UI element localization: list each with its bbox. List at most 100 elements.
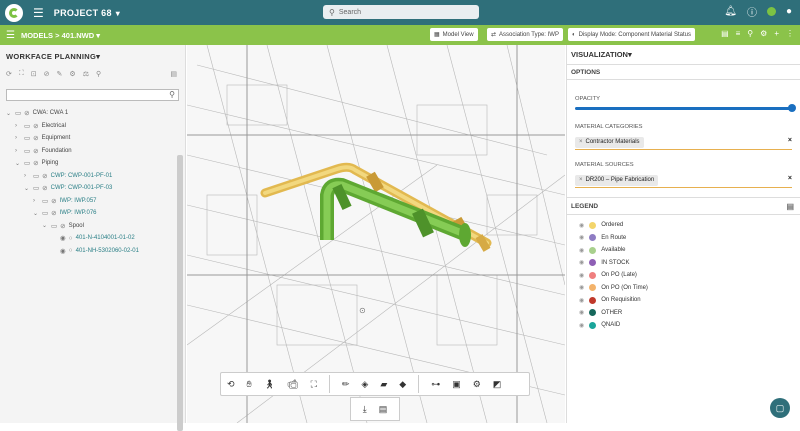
tree-search-input[interactable]: ⚲ xyxy=(6,89,179,101)
eye-icon[interactable]: ◉ xyxy=(579,234,584,241)
folder-icon[interactable]: ▰ xyxy=(380,379,387,390)
chevron-down-icon[interactable]: ⌄ xyxy=(6,110,12,117)
camera-icon[interactable]: 📹︎ xyxy=(287,379,298,390)
download-icon[interactable]: ⤓ xyxy=(363,404,367,415)
legend-item[interactable]: ◉ OTHER xyxy=(579,307,800,320)
eye-icon[interactable]: ◉ xyxy=(579,259,584,266)
breadcrumb-models[interactable]: MODELS xyxy=(21,31,53,40)
tree-node[interactable]: ⌄ ▭ ⊘ Spool xyxy=(6,220,185,233)
explode-icon[interactable]: ◆ xyxy=(399,379,406,390)
more-vertical-icon[interactable]: ⋮ xyxy=(786,29,794,38)
legend-item[interactable]: ◉ On Requisition xyxy=(579,294,800,307)
visibility-icon[interactable]: ◉ xyxy=(60,234,66,242)
add-icon[interactable]: + xyxy=(774,29,779,38)
fullscreen-icon[interactable]: ◩ xyxy=(493,379,502,390)
eye-icon[interactable]: ◉ xyxy=(579,297,584,304)
eye-slash-icon[interactable]: ⊘ xyxy=(33,134,38,142)
legend-item[interactable]: ◉ IN STOCK xyxy=(579,257,800,270)
model-view-button[interactable]: ▦ Model View xyxy=(430,28,478,41)
visibility-icon[interactable]: ⊘ xyxy=(44,70,50,78)
clear-icon[interactable]: × xyxy=(788,137,792,144)
selected-chip[interactable]: × Contractor Materials xyxy=(575,136,644,148)
visualization-title[interactable]: VISUALIZATION ▾ xyxy=(567,45,800,65)
tree-node[interactable]: ⌄ ▭ ⊘ CWA: CWA 1 xyxy=(6,107,185,120)
edit-icon[interactable]: ✎ xyxy=(57,70,63,78)
user-avatar-icon[interactable]: ● xyxy=(786,6,792,17)
eye-slash-icon[interactable]: ⊘ xyxy=(42,172,47,180)
eye-slash-icon[interactable]: ⊘ xyxy=(60,222,65,230)
model-3d-viewport[interactable]: ⊙ xyxy=(187,45,565,423)
visibility-icon[interactable]: ▭ xyxy=(24,159,30,167)
chevron-right-icon[interactable]: › xyxy=(15,148,21,154)
tree-node[interactable]: › ▭ ⊘ IWP: IWP.057 xyxy=(6,195,185,208)
section-box-icon[interactable]: ◈ xyxy=(361,379,368,390)
tree-node[interactable]: ◉ ○ 401-NH-5302060-02-01 xyxy=(6,245,185,258)
refresh-icon[interactable]: ⟳ xyxy=(6,70,12,78)
tree-node[interactable]: ⌄ ▭ ⊘ CWP: CWP-001-PF-03 xyxy=(6,182,185,195)
eye-icon[interactable]: ◉ xyxy=(579,284,584,291)
legend-item[interactable]: ◉ QNAID xyxy=(579,319,800,332)
settings-icon[interactable]: ⚙ xyxy=(760,29,767,38)
filter-icon[interactable]: ⚖ xyxy=(83,70,89,78)
menu-icon[interactable]: ☰ xyxy=(6,30,15,41)
chevron-right-icon[interactable]: › xyxy=(15,135,21,141)
visibility-icon[interactable]: ▭ xyxy=(24,122,30,130)
calendar-icon[interactable]: ▤ xyxy=(170,70,177,78)
legend-item[interactable]: ◉ On PO (Late) xyxy=(579,269,800,282)
remove-chip-icon[interactable]: × xyxy=(579,139,583,145)
tree-node[interactable]: ◉ ○ 401-N-4104001-01-02 xyxy=(6,232,185,245)
tree-scrollbar[interactable] xyxy=(177,155,183,431)
app-logo[interactable] xyxy=(5,3,23,22)
visibility-icon[interactable]: ▭ xyxy=(15,109,21,117)
pan-hand-icon[interactable]: ✋︎ xyxy=(247,379,252,390)
eye-slash-icon[interactable]: ⊘ xyxy=(51,197,56,205)
panel-title[interactable]: WORKFACE PLANNING ▾ xyxy=(0,45,185,67)
global-search-input[interactable]: ⚲ Search xyxy=(323,5,479,19)
calendar-icon[interactable]: ▤ xyxy=(786,202,794,211)
material-sources-select[interactable]: × DR200 – Pipe Fabrication × xyxy=(575,173,792,188)
legend-item[interactable]: ◉ Available xyxy=(579,244,800,257)
breadcrumb-file[interactable]: 401.NWD xyxy=(62,31,95,40)
tree-node[interactable]: ⌄ ▭ ⊘ IWP: IWP.076 xyxy=(6,207,185,220)
eye-icon[interactable]: ◉ xyxy=(579,309,584,316)
expand-icon[interactable]: ⛶ xyxy=(19,70,24,78)
list-icon[interactable]: ≡ xyxy=(736,29,741,38)
legend-item[interactable]: ◉ On PO (On Time) xyxy=(579,282,800,295)
bell-icon[interactable]: 🔔︎ xyxy=(724,6,737,17)
material-categories-select[interactable]: × Contractor Materials × xyxy=(575,135,792,150)
walk-person-icon[interactable]: 🚶︎ xyxy=(264,379,275,390)
chevron-down-icon[interactable]: ▾ xyxy=(96,31,100,40)
search-icon[interactable]: ⚲ xyxy=(747,29,753,38)
model-tree-icon[interactable]: ⊶ xyxy=(431,379,440,390)
chevron-down-icon[interactable]: ⌄ xyxy=(24,185,30,192)
orbit-icon[interactable]: ⟲ xyxy=(227,379,235,390)
clear-icon[interactable]: × xyxy=(788,175,792,182)
settings-icon[interactable]: ⚙ xyxy=(473,379,481,390)
slider-knob[interactable] xyxy=(788,104,796,112)
eye-slash-icon[interactable]: ⊘ xyxy=(42,184,47,192)
eye-slash-icon[interactable]: ⊘ xyxy=(33,147,38,155)
chevron-right-icon[interactable]: › xyxy=(33,198,39,204)
project-selector[interactable]: PROJECT 68 ▾ xyxy=(54,8,120,18)
visibility-icon[interactable]: ▭ xyxy=(33,184,39,192)
visibility-icon[interactable]: ▭ xyxy=(33,172,39,180)
tree-node[interactable]: › ▭ ⊘ CWP: CWP-001-PF-01 xyxy=(6,170,185,183)
visibility-icon[interactable]: ▭ xyxy=(42,209,48,217)
visibility-icon[interactable]: ▭ xyxy=(24,134,30,142)
legend-item[interactable]: ◉ Ordered xyxy=(579,219,800,232)
menu-icon[interactable]: ☰ xyxy=(33,7,44,19)
chevron-down-icon[interactable]: ⌄ xyxy=(33,210,39,217)
visibility-icon[interactable]: ◉ xyxy=(60,247,66,255)
document-icon[interactable]: ▤ xyxy=(379,404,388,415)
settings-icon[interactable]: ⚙ xyxy=(69,70,75,78)
help-icon[interactable]: ⓘ xyxy=(747,4,757,19)
chevron-down-icon[interactable]: ⌄ xyxy=(15,160,21,167)
association-type-button[interactable]: ⇄ Association Type: IWP xyxy=(487,28,563,41)
chevron-right-icon[interactable]: › xyxy=(24,173,30,179)
eye-slash-icon[interactable]: ⊘ xyxy=(51,209,56,217)
visibility-icon[interactable]: ▭ xyxy=(51,222,57,230)
radio-icon[interactable]: ○ xyxy=(69,235,73,242)
eye-slash-icon[interactable]: ⊘ xyxy=(24,109,29,117)
chevron-down-icon[interactable]: ⌄ xyxy=(42,222,48,229)
zoom-icon[interactable]: ⚲ xyxy=(96,70,101,78)
